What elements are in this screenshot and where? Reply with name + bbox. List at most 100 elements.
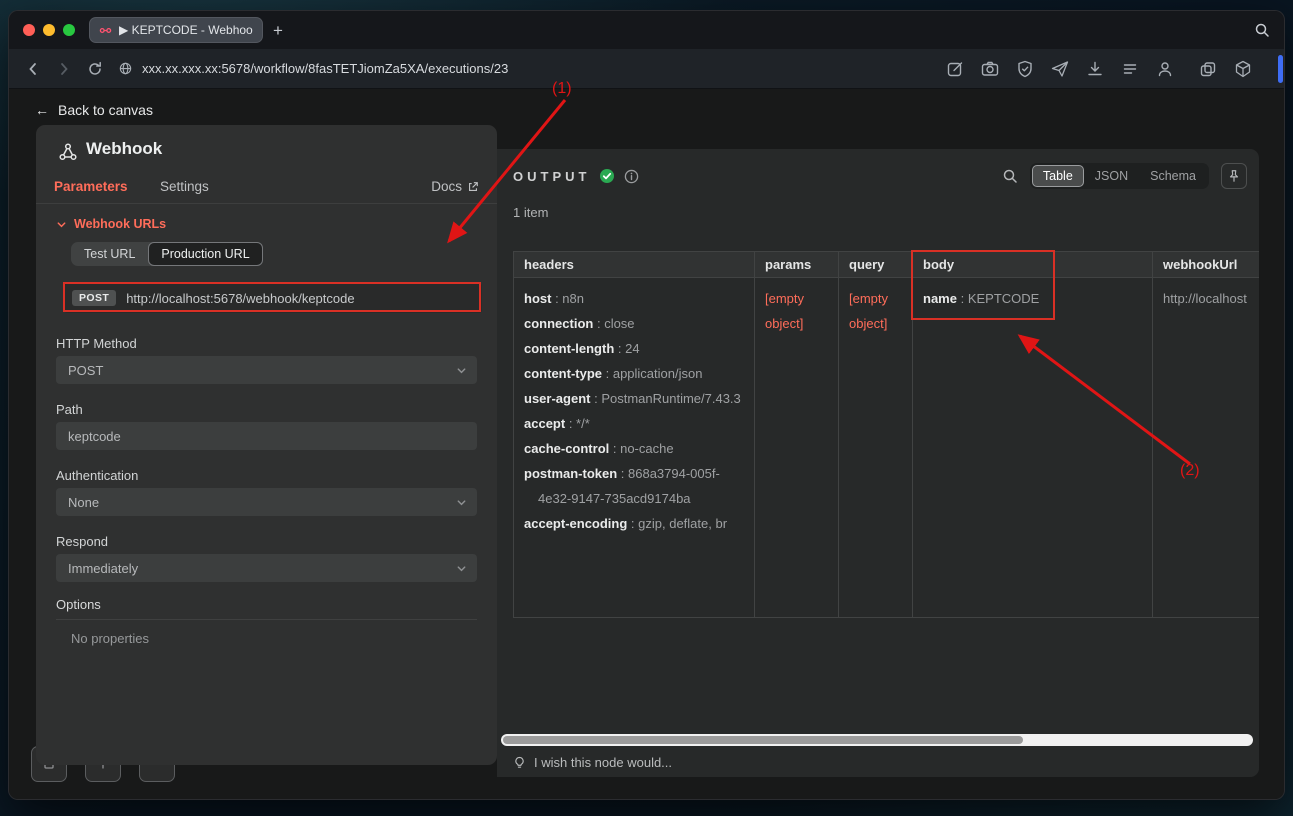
output-search-icon[interactable] xyxy=(1002,168,1018,184)
output-table: headers params query body webhookUrl hos… xyxy=(513,251,1259,618)
output-controls: Table JSON Schema xyxy=(1002,163,1247,189)
webhook-node-icon xyxy=(58,142,78,162)
extensions-cube-icon[interactable] xyxy=(1234,60,1252,78)
http-method-select[interactable]: POST xyxy=(56,356,477,384)
new-tab-button[interactable]: + xyxy=(273,22,283,39)
search-icon[interactable] xyxy=(1254,22,1270,38)
authentication-value: None xyxy=(68,495,99,510)
http-method-badge: POST xyxy=(72,290,116,306)
back-to-canvas-link[interactable]: ← Back to canvas xyxy=(35,102,153,118)
docs-label: Docs xyxy=(431,179,462,194)
address-bar[interactable]: xxx.xx.xxx.xx:5678/workflow/8fasTETJiomZ… xyxy=(118,61,931,76)
kv-entry: host : n8n xyxy=(524,286,744,311)
webhook-url-row[interactable]: POST http://localhost:5678/webhook/keptc… xyxy=(64,283,482,313)
info-icon[interactable] xyxy=(624,169,639,184)
webhook-urls-label: Webhook URLs xyxy=(74,217,166,231)
webhook-urls-section-toggle[interactable]: Webhook URLs xyxy=(56,217,166,231)
webhookurl-cell-value: http://localhost xyxy=(1163,291,1247,306)
download-icon[interactable] xyxy=(1086,60,1104,78)
http-method-label: HTTP Method xyxy=(56,336,137,351)
chevron-down-icon xyxy=(456,365,467,376)
split-view-indicator[interactable] xyxy=(1278,55,1283,83)
tab-title: ▶ KEPTCODE - Webhoo xyxy=(119,23,253,37)
authentication-select[interactable]: None xyxy=(56,488,477,516)
kv-entry: name : KEPTCODE xyxy=(923,286,1142,311)
reload-icon[interactable] xyxy=(87,61,103,77)
browser-tab[interactable]: ▶ KEPTCODE - Webhoo xyxy=(89,17,263,43)
browser-window: ▶ KEPTCODE - Webhoo + xxx.xx.xxx.xx xyxy=(8,10,1285,800)
kv-entry: content-length : 24 xyxy=(524,336,744,361)
titlebar: ▶ KEPTCODE - Webhoo + xyxy=(9,11,1284,49)
test-url-button[interactable]: Test URL xyxy=(71,242,148,266)
profile-icon[interactable] xyxy=(1156,60,1174,78)
kv-entry: content-type : application/json xyxy=(524,361,744,386)
item-count: 1 item xyxy=(513,205,548,220)
horizontal-scrollbar[interactable] xyxy=(501,734,1253,746)
chevron-down-icon xyxy=(56,219,67,230)
cell-params[interactable]: [empty object] xyxy=(755,278,839,617)
browser-toolbar: xxx.xx.xxx.xx:5678/workflow/8fasTETJiomZ… xyxy=(9,49,1284,89)
kv-entry: connection : close xyxy=(524,311,744,336)
kv-entry: accept-encoding : gzip, deflate, br xyxy=(524,511,744,536)
url-mode-toggle: Test URL Production URL xyxy=(71,242,263,266)
close-button[interactable] xyxy=(23,24,35,36)
column-header-headers[interactable]: headers xyxy=(514,252,755,277)
send-icon[interactable] xyxy=(1051,60,1069,78)
view-schema-button[interactable]: Schema xyxy=(1139,165,1207,187)
cell-headers[interactable]: host : n8n connection : close content-le… xyxy=(514,278,755,617)
no-properties-text: No properties xyxy=(71,631,149,646)
column-header-query[interactable]: query xyxy=(839,252,913,277)
pin-data-button[interactable] xyxy=(1221,163,1247,189)
tab-overview-icon[interactable] xyxy=(1199,60,1217,78)
output-footer: I wish this node would... xyxy=(497,747,1259,777)
path-label: Path xyxy=(56,402,83,417)
cell-query[interactable]: [empty object] xyxy=(839,278,913,617)
minimize-button[interactable] xyxy=(43,24,55,36)
kv-entry: user-agent : PostmanRuntime/7.43.3 xyxy=(524,386,744,411)
column-header-webhookurl[interactable]: webhookUrl xyxy=(1153,252,1259,277)
tab-parameters[interactable]: Parameters xyxy=(54,179,128,194)
path-input[interactable] xyxy=(56,422,477,450)
window-controls xyxy=(23,24,75,36)
zoom-button[interactable] xyxy=(63,24,75,36)
back-arrow-icon: ← xyxy=(35,102,49,118)
empty-object-value: [empty object] xyxy=(849,291,888,331)
compose-icon[interactable] xyxy=(946,60,964,78)
lightbulb-icon xyxy=(513,756,526,769)
empty-object-value: [empty object] xyxy=(765,291,804,331)
globe-icon xyxy=(118,61,133,76)
webhook-url-value[interactable]: http://localhost:5678/webhook/keptcode xyxy=(126,291,354,306)
column-header-body[interactable]: body xyxy=(913,252,1153,277)
kv-entry: accept : */* xyxy=(524,411,744,436)
output-header: OUTPUT Table JSON Schem xyxy=(513,161,1247,191)
toolbar-actions xyxy=(946,60,1252,78)
docs-link[interactable]: Docs xyxy=(431,179,479,194)
chevron-down-icon xyxy=(456,563,467,574)
tab-settings[interactable]: Settings xyxy=(160,179,209,194)
chevron-down-icon xyxy=(456,497,467,508)
respond-select[interactable]: Immediately xyxy=(56,554,477,582)
n8n-page: ← Back to canvas Webhook Parameters xyxy=(9,89,1284,799)
cell-webhookurl[interactable]: http://localhost xyxy=(1153,278,1259,617)
options-divider xyxy=(56,619,477,620)
back-icon[interactable] xyxy=(25,61,41,77)
node-feedback-link[interactable]: I wish this node would... xyxy=(534,755,672,770)
http-method-value: POST xyxy=(68,363,103,378)
column-header-params[interactable]: params xyxy=(755,252,839,277)
node-settings-panel: Webhook Parameters Settings Docs xyxy=(36,125,497,765)
kv-entry: cache-control : no-cache xyxy=(524,436,744,461)
view-table-button[interactable]: Table xyxy=(1032,165,1084,187)
cell-body[interactable]: name : KEPTCODE xyxy=(913,278,1153,617)
output-view-switcher: Table JSON Schema xyxy=(1030,163,1209,189)
back-to-canvas-label: Back to canvas xyxy=(58,102,153,118)
scrollbar-thumb[interactable] xyxy=(503,736,1023,744)
camera-icon[interactable] xyxy=(981,60,999,78)
shield-check-icon[interactable] xyxy=(1016,60,1034,78)
address-url[interactable]: xxx.xx.xxx.xx:5678/workflow/8fasTETJiomZ… xyxy=(142,61,508,76)
forward-icon[interactable] xyxy=(56,61,72,77)
respond-label: Respond xyxy=(56,534,108,549)
list-icon[interactable] xyxy=(1121,60,1139,78)
view-json-button[interactable]: JSON xyxy=(1084,165,1139,187)
production-url-button[interactable]: Production URL xyxy=(148,242,262,266)
table-row: host : n8n connection : close content-le… xyxy=(514,278,1259,617)
